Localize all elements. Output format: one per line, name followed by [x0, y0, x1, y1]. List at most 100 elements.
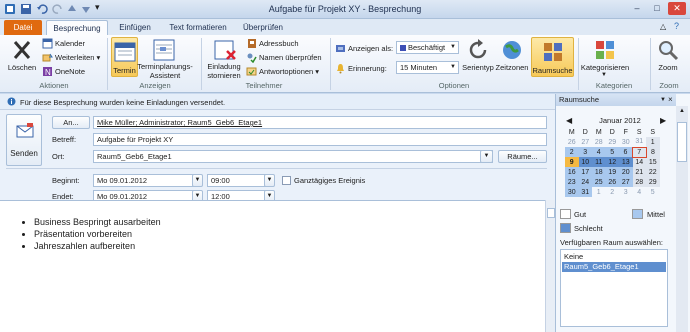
- calendar-day[interactable]: 13: [619, 157, 633, 167]
- calendar-day[interactable]: 14: [632, 157, 646, 167]
- send-button[interactable]: Senden: [6, 114, 42, 166]
- cancel-invitation-button[interactable]: Einladung stornieren: [202, 62, 246, 80]
- room-list-item-selected[interactable]: Raum5_Geb6_Etage1: [562, 262, 666, 272]
- chevron-down-icon[interactable]: ▼: [660, 94, 666, 106]
- calendar-day[interactable]: 31: [633, 137, 647, 147]
- calendar-day[interactable]: 5: [646, 187, 660, 197]
- minimize-button[interactable]: –: [628, 2, 646, 15]
- timezones-button[interactable]: Zeitzonen: [494, 63, 530, 72]
- room-finder-button[interactable]: Raumsuche: [531, 37, 574, 77]
- calendar-day[interactable]: 1: [592, 187, 606, 197]
- calendar-day[interactable]: 21: [632, 167, 646, 177]
- calendar-day[interactable]: 7: [632, 146, 647, 158]
- termin-button[interactable]: Termin: [111, 37, 138, 77]
- calendar-day[interactable]: 24: [578, 177, 592, 187]
- calendar-day[interactable]: 30: [565, 187, 579, 197]
- rooms-button[interactable]: Räume...: [498, 150, 547, 163]
- tab-einfuegen[interactable]: Einfügen: [112, 20, 158, 35]
- zoom-magnifier-icon[interactable]: [656, 38, 680, 62]
- calendar-day[interactable]: 15: [646, 157, 660, 167]
- calendar-day[interactable]: 11: [592, 157, 606, 167]
- calendar-button[interactable]: Kalender: [55, 39, 85, 48]
- calendar-day[interactable]: 3: [619, 187, 633, 197]
- calendar-day[interactable]: 17: [578, 167, 592, 177]
- maximize-button[interactable]: □: [648, 2, 666, 15]
- recurrence-icon[interactable]: [466, 38, 490, 62]
- calendar-day[interactable]: 6: [619, 147, 633, 157]
- cancel-invitation-icon[interactable]: [213, 38, 237, 62]
- calendar-day[interactable]: 27: [619, 177, 633, 187]
- timezones-globe-icon[interactable]: [500, 38, 524, 62]
- calendar-day[interactable]: 1: [646, 137, 660, 147]
- subject-field[interactable]: Aufgabe für Projekt XY: [93, 133, 547, 146]
- tab-besprechung[interactable]: Besprechung: [46, 20, 108, 35]
- calendar-day[interactable]: 5: [605, 147, 619, 157]
- message-body[interactable]: Business Bespringt ausarbeiten Präsentat…: [0, 200, 545, 332]
- reminder-dropdown[interactable]: 15 Minuten ▼: [396, 61, 459, 74]
- prev-month-icon[interactable]: ◀: [566, 116, 572, 125]
- calendar-day[interactable]: 16: [565, 167, 579, 177]
- start-date-field[interactable]: Mo 09.01.2012: [93, 174, 201, 187]
- ribbon-minimize-icon[interactable]: △: [660, 22, 666, 31]
- allday-checkbox[interactable]: [282, 176, 291, 185]
- show-as-dropdown[interactable]: Beschäftigt ▼: [396, 41, 459, 54]
- close-button[interactable]: ✕: [668, 2, 686, 15]
- zoom-button[interactable]: Zoom: [652, 63, 684, 72]
- calendar-day[interactable]: 2: [606, 187, 620, 197]
- calendar-day[interactable]: 22: [646, 167, 660, 177]
- categorize-button[interactable]: Kategorisieren: [580, 63, 630, 72]
- calendar-day[interactable]: 25: [592, 177, 606, 187]
- help-icon[interactable]: ?: [674, 21, 679, 31]
- ruler-toggle-icon[interactable]: [547, 208, 555, 218]
- close-icon[interactable]: ×: [668, 94, 673, 106]
- tab-text-formatieren[interactable]: Text formatieren: [162, 20, 234, 35]
- calendar-day[interactable]: 29: [646, 177, 660, 187]
- categorize-icon[interactable]: [593, 38, 617, 62]
- calendar-day[interactable]: 29: [606, 137, 620, 147]
- calendar-day[interactable]: 4: [592, 147, 606, 157]
- calendar-day[interactable]: 26: [565, 137, 579, 147]
- calendar-day[interactable]: 27: [579, 137, 593, 147]
- delete-icon[interactable]: [10, 38, 34, 62]
- calendar-day[interactable]: 8: [646, 147, 660, 157]
- calendar-day[interactable]: 3: [578, 147, 592, 157]
- calendar-day[interactable]: 18: [592, 167, 606, 177]
- chevron-down-icon[interactable]: ▼: [601, 72, 607, 78]
- tab-ueberpruefen[interactable]: Überprüfen: [238, 20, 288, 35]
- calendar-day[interactable]: 2: [565, 147, 579, 157]
- scroll-thumb[interactable]: [677, 122, 687, 162]
- calendar-day[interactable]: 31: [578, 187, 592, 197]
- tab-file[interactable]: Datei: [4, 20, 42, 35]
- calendar-day[interactable]: 9: [565, 157, 579, 167]
- calendar-day[interactable]: 23: [565, 177, 579, 187]
- scroll-up-icon[interactable]: ▲: [677, 108, 687, 118]
- response-options-button[interactable]: Antwortoptionen ▾: [259, 67, 319, 76]
- addressbook-button[interactable]: Adressbuch: [259, 39, 299, 48]
- calendar-day[interactable]: 12: [605, 157, 619, 167]
- recurrence-button[interactable]: Serientyp: [458, 63, 498, 72]
- next-month-icon[interactable]: ▶: [660, 116, 666, 125]
- calendar-day[interactable]: 19: [605, 167, 619, 177]
- forward-button[interactable]: Weiterleiten ▾: [55, 53, 100, 62]
- delete-button[interactable]: Löschen: [4, 63, 40, 72]
- room-list-item[interactable]: Keine: [562, 252, 666, 262]
- calendar-day[interactable]: 30: [619, 137, 633, 147]
- calendar-day[interactable]: 26: [605, 177, 619, 187]
- calendar-day[interactable]: 10: [578, 157, 592, 167]
- check-names-button[interactable]: Namen überprüfen: [259, 53, 322, 62]
- location-field[interactable]: Raum5_Geb6_Etage1: [93, 150, 493, 163]
- room-finder-scrollbar[interactable]: ▲: [676, 106, 688, 332]
- calendar-day[interactable]: 28: [632, 177, 646, 187]
- start-date-picker[interactable]: ▼: [192, 174, 203, 187]
- onenote-button[interactable]: OneNote: [55, 67, 85, 76]
- start-time-dropdown[interactable]: ▼: [264, 174, 275, 187]
- scheduling-assistant-icon[interactable]: [152, 38, 176, 62]
- to-field[interactable]: Mike Müller; Administrator; Raum5_Geb6_E…: [93, 116, 547, 129]
- location-dropdown[interactable]: ▼: [480, 150, 493, 163]
- calendar-day[interactable]: 4: [633, 187, 647, 197]
- calendar-day[interactable]: 28: [592, 137, 606, 147]
- to-button[interactable]: An...: [52, 116, 90, 129]
- body-scrollbar[interactable]: [545, 200, 555, 332]
- scheduling-assistant-button[interactable]: Terminplanungs- Assistent: [136, 62, 194, 80]
- calendar-day[interactable]: 20: [619, 167, 633, 177]
